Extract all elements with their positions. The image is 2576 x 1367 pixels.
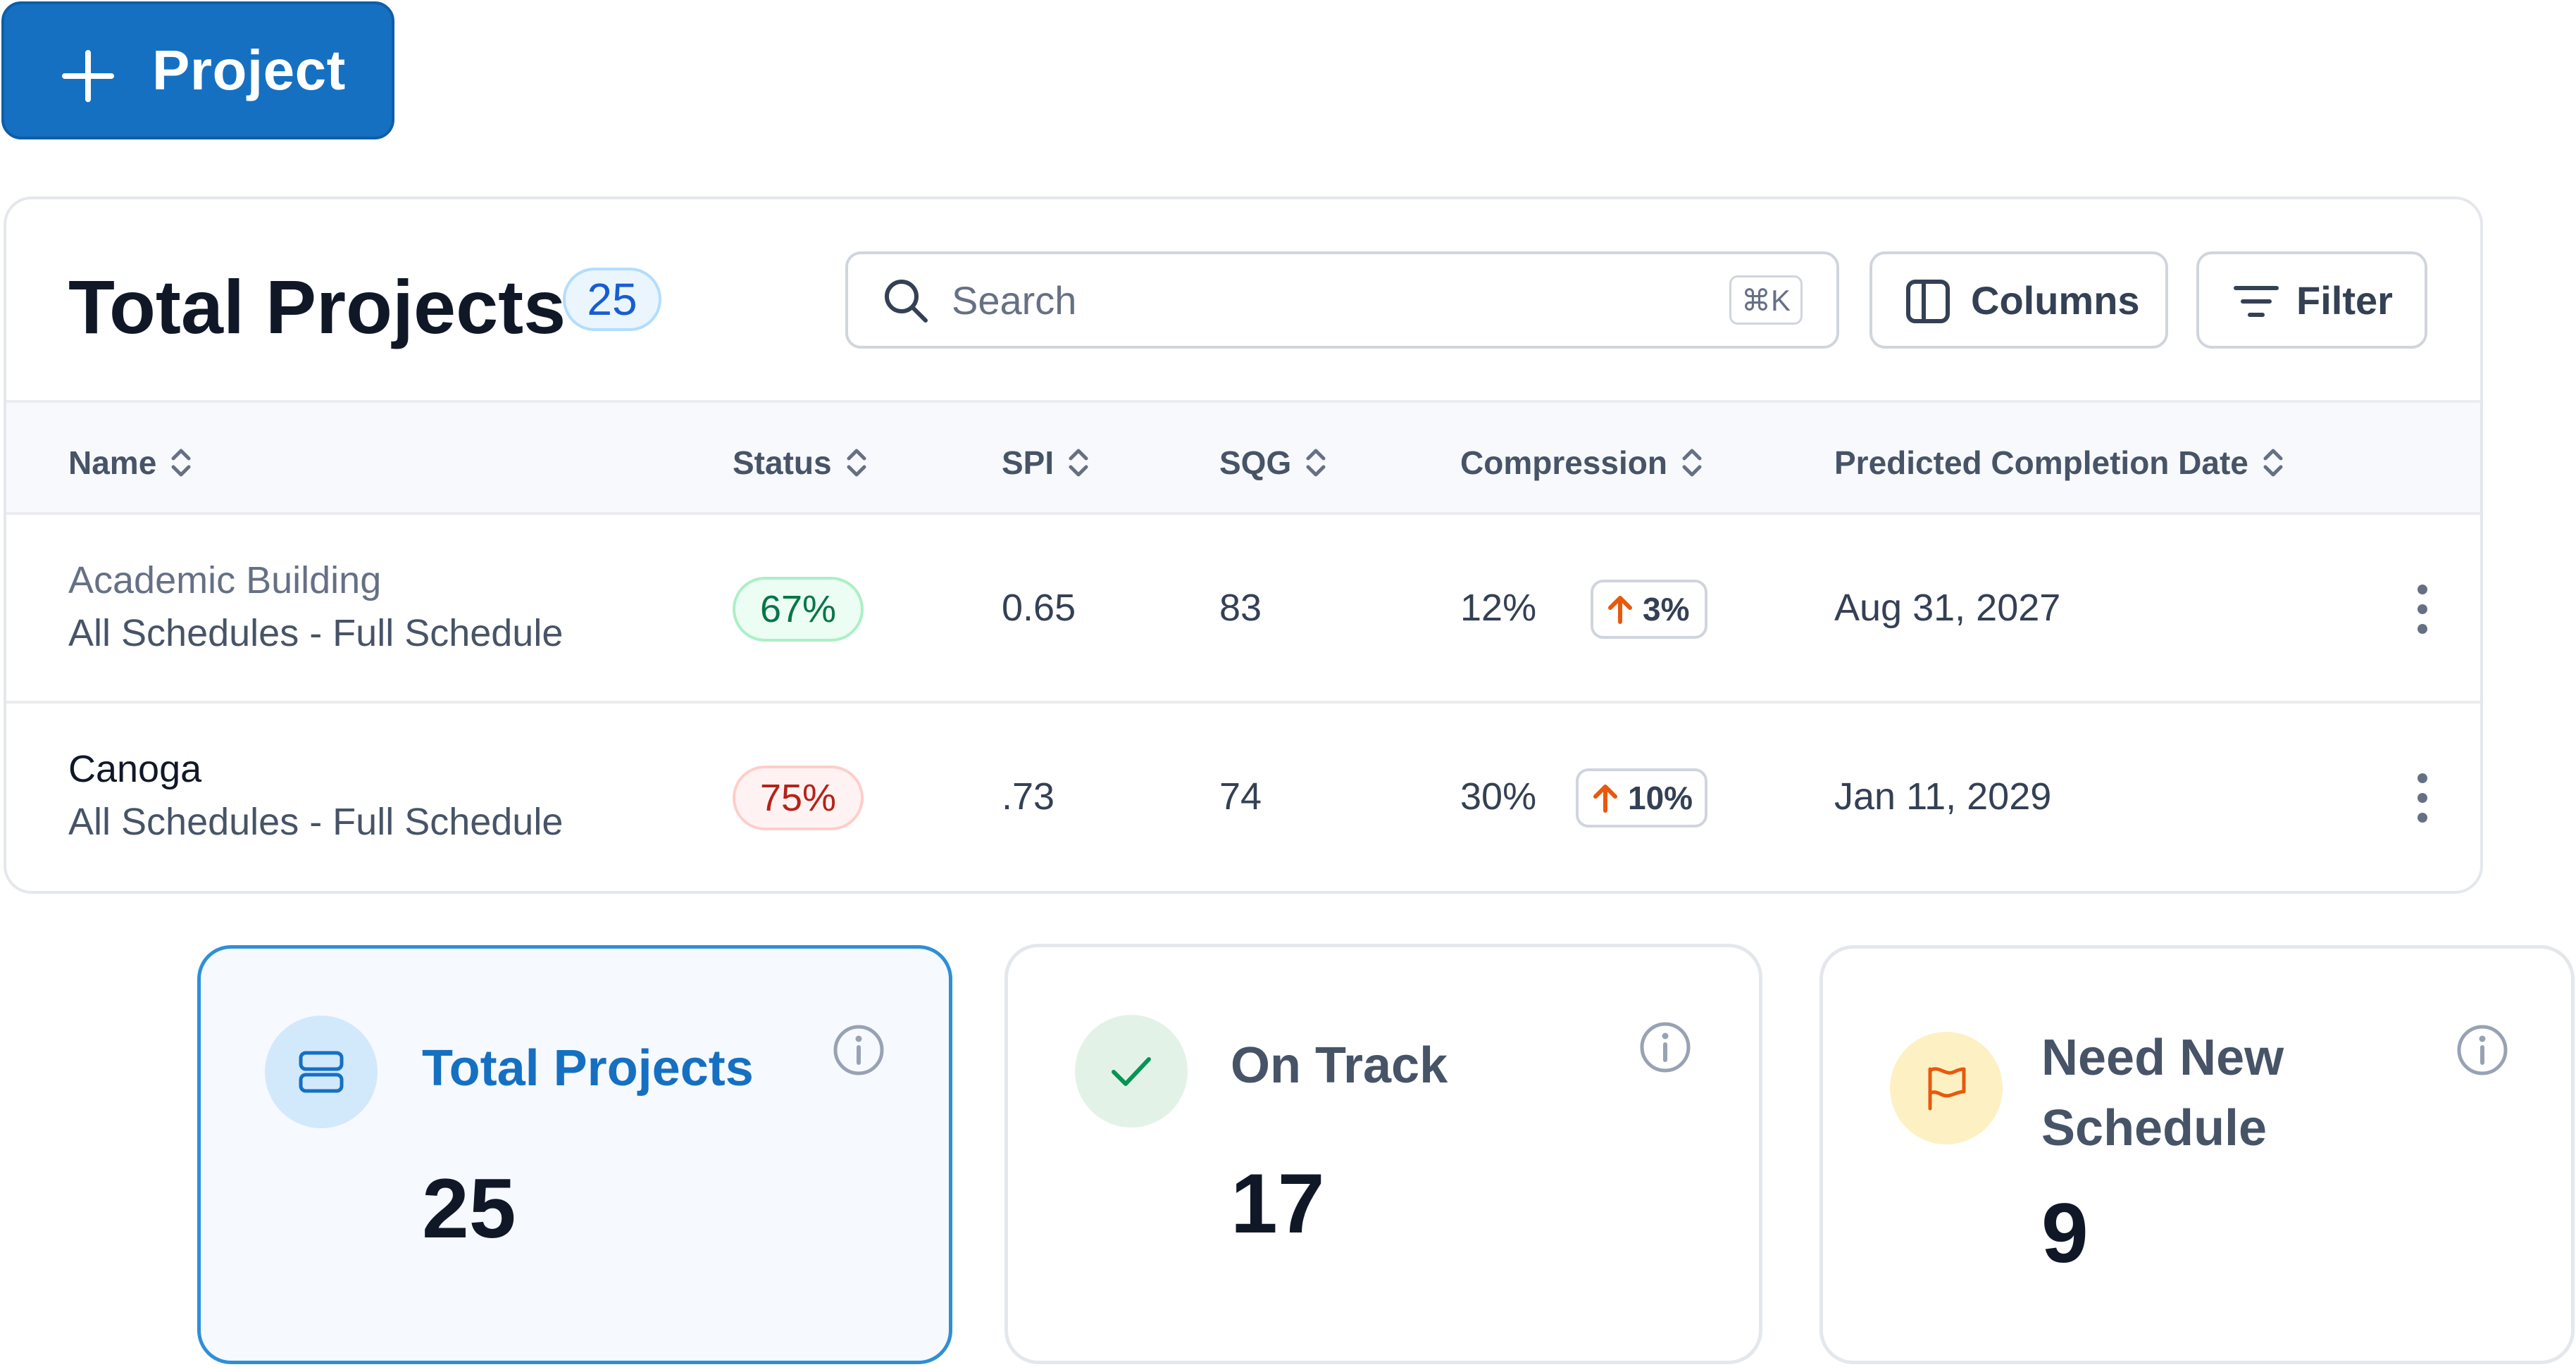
sort-icon: [1069, 449, 1088, 477]
projects-table-card: Total Projects 25 ⌘K Columns Filter: [4, 196, 2483, 894]
arrow-up-icon: [1608, 596, 1632, 624]
stat-title: Need New Schedule: [2041, 1023, 2284, 1163]
project-name[interactable]: Academic Building: [68, 558, 381, 602]
stat-value: 17: [1231, 1156, 1325, 1251]
column-header-name[interactable]: Name: [68, 444, 193, 482]
column-header-predicted-completion-label: Predicted Completion Date: [1834, 444, 2248, 481]
filter-button[interactable]: Filter: [2196, 251, 2427, 349]
sqg-value: 83: [1219, 587, 1262, 629]
flag-icon: [1928, 1067, 1966, 1111]
column-header-name-label: Name: [68, 444, 157, 481]
columns-button[interactable]: Columns: [1869, 251, 2168, 349]
stat-title-line: Need New: [2041, 1030, 2284, 1086]
sort-icon: [1306, 449, 1326, 477]
column-header-spi-label: SPI: [1002, 444, 1054, 481]
column-header-predicted-completion[interactable]: Predicted Completion Date: [1834, 444, 2285, 482]
sqg-value: 74: [1219, 775, 1262, 818]
column-header-sqg[interactable]: SQG: [1219, 444, 1328, 482]
arrow-up-icon: [1593, 785, 1617, 813]
stat-title: Total Projects: [422, 1040, 754, 1097]
column-header-spi[interactable]: SPI: [1002, 444, 1090, 482]
page-title: Total Projects: [68, 264, 566, 349]
sort-icon: [171, 449, 191, 477]
more-actions-icon[interactable]: [2410, 582, 2435, 636]
new-project-label: Project: [152, 39, 346, 101]
keyboard-shortcut-hint: ⌘K: [1729, 275, 1803, 325]
stat-title-line: Schedule: [2041, 1100, 2267, 1156]
compression-value: 30%: [1460, 775, 1537, 818]
table-row[interactable]: Academic Building All Schedules - Full S…: [6, 515, 2480, 704]
compression-value: 12%: [1460, 587, 1537, 629]
column-header-status[interactable]: Status: [733, 444, 869, 482]
compression-delta-badge: 10%: [1576, 768, 1707, 828]
column-header-status-label: Status: [733, 444, 832, 481]
table-header-row: Name Status SPI SQG Compression Predicte…: [6, 400, 2480, 515]
completion-date: Jan 11, 2029: [1834, 775, 2052, 818]
compression-delta-value: 10%: [1628, 780, 1693, 816]
spi-value: 0.65: [1002, 587, 1076, 629]
sort-icon: [2263, 449, 2283, 477]
info-icon[interactable]: [831, 1023, 886, 1078]
info-icon[interactable]: [1638, 1020, 1693, 1075]
columns-icon: [1906, 280, 1950, 323]
compression-delta-value: 3%: [1643, 591, 1690, 628]
table-toolbar: Total Projects 25 ⌘K Columns Filter: [6, 199, 2480, 400]
more-actions-icon[interactable]: [2410, 771, 2435, 825]
compression-delta-badge: 3%: [1591, 580, 1707, 639]
sort-icon: [847, 449, 866, 477]
stat-card-need-new-schedule[interactable]: Need New Schedule 9: [1819, 945, 2575, 1364]
project-count-badge: 25: [563, 268, 661, 331]
column-header-sqg-label: SQG: [1219, 444, 1292, 481]
stat-icon-badge: [1075, 1015, 1188, 1128]
server-stack-icon: [299, 1051, 344, 1093]
new-project-button[interactable]: Project: [1, 1, 394, 139]
spi-value: .73: [1002, 775, 1055, 818]
stat-value: 9: [2041, 1186, 2089, 1280]
completion-date: Aug 31, 2027: [1834, 587, 2061, 629]
stat-icon-badge: [265, 1016, 378, 1128]
stat-icon-badge: [1890, 1032, 2003, 1144]
info-icon[interactable]: [2455, 1023, 2510, 1078]
search-icon: [885, 280, 928, 323]
column-header-compression[interactable]: Compression: [1460, 444, 1704, 482]
status-badge: 67%: [733, 577, 864, 642]
stat-title: On Track: [1231, 1037, 1448, 1094]
plus-icon: [62, 50, 114, 102]
project-schedule: All Schedules - Full Schedule: [68, 612, 564, 654]
filter-lines-icon: [2234, 286, 2279, 317]
status-badge: 75%: [733, 766, 864, 830]
column-header-compression-label: Compression: [1460, 444, 1667, 481]
table-row[interactable]: Canoga All Schedules - Full Schedule 75%…: [6, 704, 2480, 891]
search-input[interactable]: [950, 268, 1655, 332]
stat-value: 25: [422, 1161, 516, 1256]
project-schedule: All Schedules - Full Schedule: [68, 801, 564, 843]
columns-button-label: Columns: [1971, 277, 2140, 323]
search-box[interactable]: ⌘K: [845, 251, 1839, 349]
check-icon: [1112, 1057, 1151, 1086]
stat-card-total-projects[interactable]: Total Projects 25: [197, 945, 952, 1364]
stat-card-on-track[interactable]: On Track 17: [1004, 944, 1762, 1364]
filter-button-label: Filter: [2296, 277, 2393, 323]
sort-icon: [1682, 449, 1702, 477]
project-name[interactable]: Canoga: [68, 747, 201, 791]
